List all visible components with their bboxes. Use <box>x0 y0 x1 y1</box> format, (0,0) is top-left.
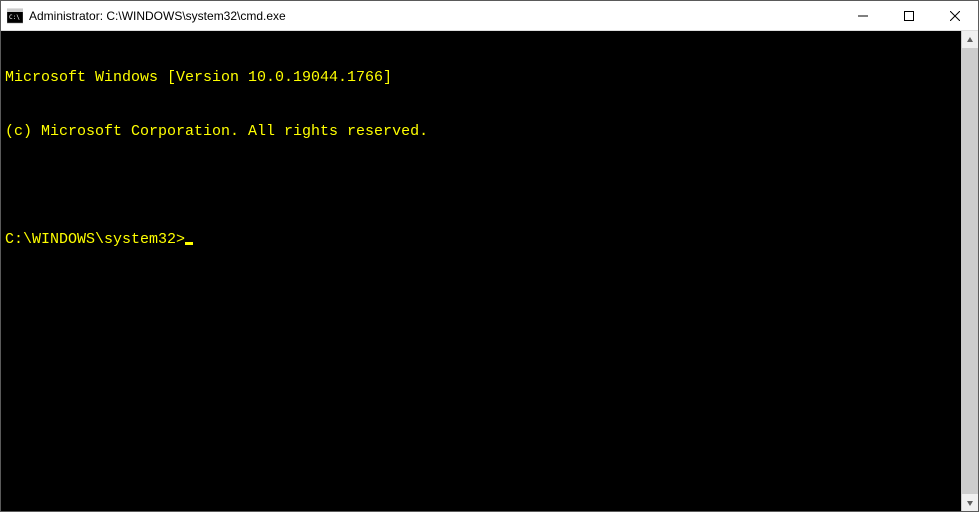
titlebar-left: C:\ Administrator: C:\WINDOWS\system32\c… <box>1 8 286 24</box>
terminal-area: Microsoft Windows [Version 10.0.19044.17… <box>1 31 978 511</box>
window-controls <box>840 1 978 30</box>
terminal-output-line: (c) Microsoft Corporation. All rights re… <box>5 123 957 141</box>
vertical-scrollbar[interactable] <box>961 31 978 511</box>
cmd-icon: C:\ <box>7 8 23 24</box>
svg-text:C:\: C:\ <box>9 14 20 21</box>
cursor-icon <box>185 242 193 245</box>
titlebar[interactable]: C:\ Administrator: C:\WINDOWS\system32\c… <box>1 1 978 31</box>
scroll-up-button[interactable] <box>962 31 978 48</box>
scroll-down-button[interactable] <box>962 494 978 511</box>
terminal-prompt-line: C:\WINDOWS\system32> <box>5 231 957 249</box>
terminal-content[interactable]: Microsoft Windows [Version 10.0.19044.17… <box>1 31 961 511</box>
scrollbar-track[interactable] <box>962 48 978 494</box>
terminal-output-line: Microsoft Windows [Version 10.0.19044.17… <box>5 69 957 87</box>
close-button[interactable] <box>932 1 978 30</box>
maximize-button[interactable] <box>886 1 932 30</box>
window-title: Administrator: C:\WINDOWS\system32\cmd.e… <box>29 9 286 23</box>
terminal-prompt: C:\WINDOWS\system32> <box>5 231 185 249</box>
scrollbar-thumb[interactable] <box>962 48 978 494</box>
terminal-blank-line <box>5 177 957 195</box>
minimize-button[interactable] <box>840 1 886 30</box>
cmd-window: C:\ Administrator: C:\WINDOWS\system32\c… <box>0 0 979 512</box>
